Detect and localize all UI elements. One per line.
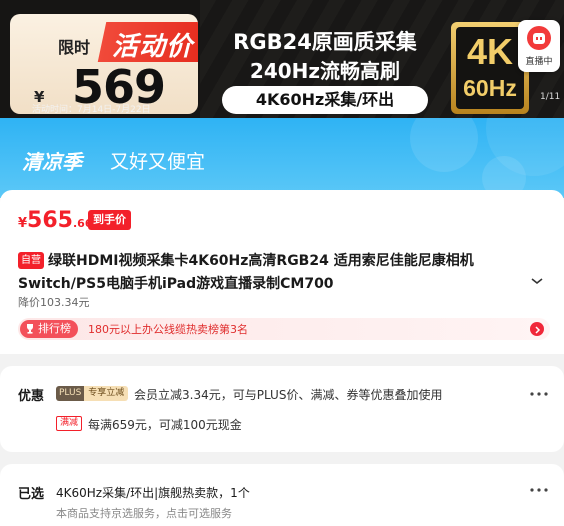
product-hero-banner[interactable]: 限时 活动价 ¥ 569 活动时间：7月14日-7月22日 RGB24原画质采集… xyxy=(0,0,564,118)
ranking-text: 180元以上办公线缆热卖榜第3名 xyxy=(88,323,248,336)
badge-4k-text: 4K xyxy=(466,31,514,72)
product-info-card: ¥565.66 到手价 自营 绿联HDMI视频采集卡4K60Hz高清RGB24 … xyxy=(0,190,564,354)
ranking-badge: 排行榜 xyxy=(20,320,78,338)
more-icon[interactable] xyxy=(530,392,548,396)
promo-decoration xyxy=(410,118,564,198)
activity-price-card: 限时 活动价 ¥ 569 xyxy=(10,14,198,114)
product-title-line-1: 绿联HDMI视频采集卡4K60Hz高清RGB24 适用索尼佳能尼康相机 xyxy=(48,253,474,269)
hero-headline-2: 240Hz流畅高刷 xyxy=(249,59,401,83)
live-icon xyxy=(527,26,551,50)
full-reduction-tag: 满减 xyxy=(56,416,83,431)
chevron-down-icon[interactable] xyxy=(530,276,544,286)
price-integer: 565 xyxy=(27,208,73,233)
plus-exclusive-tag: 专享立减 xyxy=(84,386,129,401)
trophy-icon xyxy=(27,324,33,334)
plus-discount-text: 会员立减3.34元，可与PLUS价、满减、券等优惠叠加使用 xyxy=(134,388,443,402)
selected-variant: 4K60Hz采集/环出|旗舰热卖款，1个 xyxy=(56,486,250,500)
selected-options-card[interactable]: 已选 4K60Hz采集/环出|旗舰热卖款，1个 本商品支持京选服务，点击可选服务 xyxy=(0,464,564,526)
activity-price-label: 活动价 xyxy=(112,32,194,62)
activity-time: 活动时间：7月14日-7月22日 xyxy=(32,105,151,115)
discount-card[interactable]: 优惠 PLUS 专享立减 会员立减3.34元，可与PLUS价、满减、券等优惠叠加使… xyxy=(0,366,564,452)
limit-time-label: 限时 xyxy=(58,38,91,57)
plus-tag: PLUS xyxy=(56,386,85,401)
image-pager: 1/11 xyxy=(540,92,561,102)
ranking-label: 排行榜 xyxy=(38,322,71,335)
product-title-line-2: Switch/PS5电脑手机iPad游戏直播录制CM700 xyxy=(18,276,334,292)
discount-label: 优惠 xyxy=(18,389,45,404)
live-stream-button[interactable]: 直播中 xyxy=(518,20,560,72)
badge-60hz-text: 60Hz xyxy=(463,75,517,101)
plus-exclusive-badge: PLUS 专享立减 xyxy=(56,386,129,401)
selected-label: 已选 xyxy=(18,487,45,502)
deal-price-tag: 到手价 xyxy=(88,210,131,230)
service-note: 本商品支持京选服务，点击可选服务 xyxy=(56,507,232,520)
more-icon[interactable] xyxy=(530,488,548,492)
live-label: 直播中 xyxy=(525,57,553,67)
full-reduction-text: 每满659元，可减100元现金 xyxy=(88,418,242,432)
final-price: ¥565.66 xyxy=(18,208,92,233)
chevron-right-icon[interactable] xyxy=(530,322,544,336)
promo-banner[interactable]: 清凉季 又好又便宜 xyxy=(0,118,564,198)
hero-spec-pill: 4K60Hz采集/环出 xyxy=(222,86,428,114)
price-drop-text: 降价103.34元 xyxy=(18,296,90,309)
promo-title: 清凉季 xyxy=(22,150,82,174)
hero-headline-1: RGB24原画质采集 xyxy=(233,30,417,54)
promo-subtitle: 又好又便宜 xyxy=(110,151,206,173)
price-currency: ¥ xyxy=(18,216,28,231)
ranking-bar[interactable]: 排行榜 180元以上办公线缆热卖榜第3名 xyxy=(18,318,550,340)
